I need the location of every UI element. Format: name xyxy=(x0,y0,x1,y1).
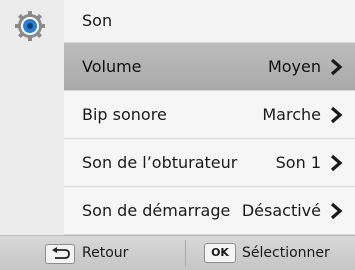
back-label: Retour xyxy=(82,245,129,261)
chevron-right-icon xyxy=(330,202,343,220)
back-button[interactable] xyxy=(45,244,75,264)
menu-item-volume[interactable]: Volume Moyen xyxy=(64,43,355,91)
chevron-right-icon xyxy=(330,58,343,76)
back-arrow-icon xyxy=(52,247,70,259)
menu-item-value: Désactivé xyxy=(241,201,321,220)
menu-item-label: Son de démarrage xyxy=(82,201,231,220)
footer-divider xyxy=(185,240,186,266)
menu-item-label: Volume xyxy=(82,57,142,76)
chevron-right-icon xyxy=(330,154,343,172)
chevron-right-icon xyxy=(330,106,343,124)
menu-item-value: Marche xyxy=(262,105,321,124)
menu-item-label: Bip sonore xyxy=(82,105,167,124)
gear-icon xyxy=(15,11,45,41)
icon-column xyxy=(0,0,65,235)
bottom-bar: Retour OK Sélectionner xyxy=(0,235,355,270)
settings-screen: Son Volume Moyen Bip sonore Marche Son d… xyxy=(0,0,355,270)
menu-item-son-demarrage[interactable]: Son de démarrage Désactivé xyxy=(64,187,355,235)
sound-menu: Son Volume Moyen Bip sonore Marche Son d… xyxy=(64,0,355,235)
menu-item-value: Moyen xyxy=(267,57,321,76)
ok-button[interactable]: OK xyxy=(204,243,236,263)
select-label: Sélectionner xyxy=(242,245,330,261)
menu-title: Son xyxy=(64,0,355,43)
menu-item-son-obturateur[interactable]: Son de l’obturateur Son 1 xyxy=(64,139,355,187)
menu-item-label: Son de l’obturateur xyxy=(82,153,238,172)
menu-item-bip-sonore[interactable]: Bip sonore Marche xyxy=(64,91,355,139)
menu-item-value: Son 1 xyxy=(275,153,321,172)
